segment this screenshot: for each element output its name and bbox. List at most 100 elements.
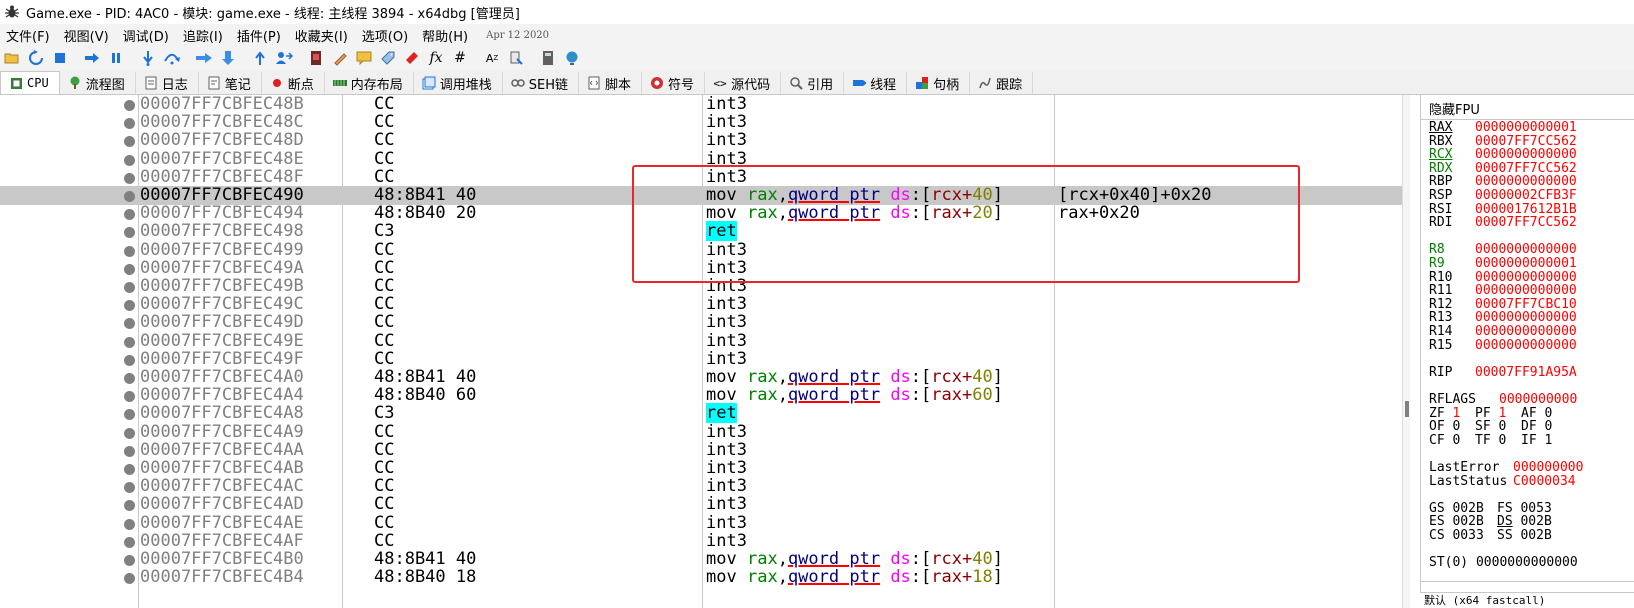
breakpoint-dot-icon[interactable] — [124, 227, 135, 239]
disasm-row[interactable]: 00007FF7CBFEC48B CC int3 — [0, 95, 1410, 114]
bookmark-icon[interactable] — [402, 48, 422, 68]
run-icon[interactable] — [82, 48, 102, 68]
disasm-row[interactable]: 00007FF7CBFEC4AA CC int3 — [0, 440, 1410, 460]
font-icon[interactable]: AZ — [482, 48, 502, 68]
open-icon[interactable] — [2, 48, 22, 68]
register-value[interactable]: 0000000000 — [1499, 392, 1577, 407]
menu-options[interactable]: 选项(O) — [356, 26, 416, 45]
disassembly-view[interactable]: 00007FF7CBFEC48B CC int3 00007FF7CBFEC48C CC… — [0, 95, 1410, 608]
disasm-row[interactable]: 00007FF7CBFEC4AF CC int3 — [0, 531, 1410, 551]
label-icon[interactable] — [378, 48, 398, 68]
disasm-row[interactable]: 00007FF7CBFEC48D CC int3 — [0, 131, 1410, 150]
tab-script[interactable]: 脚本 — [579, 72, 643, 94]
breakpoint-dot-icon[interactable] — [124, 336, 135, 348]
breakpoint-dot-icon[interactable] — [124, 536, 135, 548]
disasm-row[interactable]: 00007FF7CBFEC4AC CC int3 — [0, 477, 1410, 496]
register-row[interactable]: LastStatus C0000034 — [1429, 474, 1576, 489]
run-to-user-code-icon[interactable] — [274, 48, 294, 68]
disasm-row[interactable]: 00007FF7CBFEC4A9 CC int3 — [0, 422, 1410, 442]
fpu-register-row[interactable]: ST(0) 0000000000000 — [1429, 556, 1578, 570]
breakpoint-dot-icon[interactable] — [124, 555, 135, 566]
breakpoint-dot-icon[interactable] — [124, 100, 135, 111]
patch-icon[interactable] — [330, 48, 350, 68]
trace-into-icon[interactable] — [194, 48, 214, 68]
breakpoint-dot-icon[interactable] — [124, 245, 135, 257]
pause-icon[interactable] — [106, 48, 126, 68]
options-icon[interactable] — [506, 48, 526, 68]
step-into-icon[interactable] — [138, 48, 158, 68]
hide-fpu-toggle[interactable]: 隐藏FPU — [1429, 99, 1480, 118]
breakpoint-dot-icon[interactable] — [124, 427, 135, 439]
breakpoint-dot-icon[interactable] — [124, 409, 135, 421]
breakpoint-dot-icon[interactable] — [124, 118, 135, 130]
disasm-row[interactable]: 00007FF7CBFEC4B0 48:8B41 40 mov rax,qword … — [0, 550, 1410, 569]
register-value[interactable]: C0000034 — [1513, 474, 1576, 489]
flag[interactable]: TF 0 — [1475, 433, 1506, 448]
breakpoint-dot-icon[interactable] — [124, 391, 135, 403]
register-row[interactable]: RDI 00007FF7CC562 — [1429, 216, 1577, 230]
breakpoint-dot-icon[interactable] — [124, 464, 135, 475]
register-value[interactable]: 00007FF7CC562 — [1475, 215, 1577, 230]
disasm-row[interactable]: 00007FF7CBFEC490 48:8B41 40 mov rax,qword … — [0, 186, 1410, 205]
breakpoint-dot-icon[interactable] — [124, 191, 135, 202]
breakpoint-dot-icon[interactable] — [124, 373, 135, 384]
registers-panel[interactable]: 隐藏FPU RAX 0000000000001 RBX 00007FF7CC562 RC… — [1420, 95, 1634, 608]
menu-trace[interactable]: 追踪(I) — [177, 26, 231, 45]
flag[interactable]: CF 0 — [1429, 433, 1460, 448]
calculator-icon[interactable] — [538, 48, 558, 68]
tab-cpu[interactable]: CPU — [0, 71, 60, 94]
execute-till-return-icon[interactable] — [250, 48, 270, 68]
tab-seh[interactable]: SEH链 — [503, 72, 580, 94]
flag[interactable]: IF 1 — [1521, 433, 1552, 448]
calling-convention-selector[interactable]: 默认 (x64 fastcall) — [1420, 592, 1634, 608]
disasm-row[interactable]: 00007FF7CBFEC499 CC int3 — [0, 240, 1410, 260]
tab-threads[interactable]: 线程 — [844, 72, 908, 94]
disasm-row[interactable]: 00007FF7CBFEC49C CC int3 — [0, 295, 1410, 314]
disasm-row[interactable]: 00007FF7CBFEC4A0 48:8B41 40 mov rax,qword … — [0, 368, 1410, 387]
tab-breakpoints[interactable]: 断点 — [262, 72, 325, 94]
breakpoint-dot-icon[interactable] — [124, 136, 135, 148]
breakpoint-dot-icon[interactable] — [124, 573, 135, 585]
disasm-row[interactable]: 00007FF7CBFEC4B4 48:8B40 18 mov rax,qword … — [0, 568, 1410, 587]
breakpoint-dot-icon[interactable] — [124, 263, 135, 275]
menu-view[interactable]: 视图(V) — [58, 26, 117, 45]
tab-notes[interactable]: 笔记 — [199, 72, 262, 94]
tab-source[interactable]: <> 源代码 — [705, 72, 782, 94]
disasm-row[interactable]: 00007FF7CBFEC48C CC int3 — [0, 113, 1410, 132]
disasm-row[interactable]: 00007FF7CBFEC49D CC int3 — [0, 313, 1410, 332]
breakpoint-dot-icon[interactable] — [124, 318, 135, 330]
disasm-row[interactable]: 00007FF7CBFEC4A8 C3 ret — [0, 403, 1410, 424]
breakpoint-dot-icon[interactable] — [124, 482, 135, 494]
disasm-row[interactable]: 00007FF7CBFEC4A4 48:8B40 60 mov rax,qword … — [0, 386, 1410, 405]
breakpoint-dot-icon[interactable] — [124, 172, 135, 184]
register-value[interactable]: 00007FF91A95A — [1475, 365, 1577, 380]
segment-register[interactable]: SS 002B — [1497, 529, 1552, 543]
trace-over-icon[interactable] — [218, 48, 238, 68]
register-row[interactable]: R15 0000000000000 — [1429, 338, 1577, 353]
breakpoint-dot-icon[interactable] — [124, 500, 135, 512]
comment-icon[interactable] — [354, 48, 374, 68]
breakpoint-dot-icon[interactable] — [124, 282, 135, 293]
disasm-row[interactable]: 00007FF7CBFEC4AD CC int3 — [0, 495, 1410, 514]
hash-icon[interactable]: # — [450, 48, 470, 68]
register-value[interactable]: 0000000000000 — [1476, 555, 1578, 570]
menu-plugins[interactable]: 插件(P) — [231, 26, 289, 45]
menu-file[interactable]: 文件(F) — [0, 26, 58, 45]
tab-memory-map[interactable]: 内存布局 — [325, 72, 414, 94]
breakpoint-dot-icon[interactable] — [124, 209, 135, 221]
step-over-icon[interactable] — [162, 48, 182, 68]
disasm-row[interactable]: 00007FF7CBFEC4AB CC int3 — [0, 459, 1410, 478]
disasm-row[interactable]: 00007FF7CBFEC48F CC int3 — [0, 167, 1410, 187]
disasm-row[interactable]: 00007FF7CBFEC49F CC int3 — [0, 349, 1410, 369]
tab-trace[interactable]: 跟踪 — [970, 72, 1034, 94]
breakpoint-dot-icon[interactable] — [124, 354, 135, 366]
breakpoint-dot-icon[interactable] — [124, 300, 135, 312]
disasm-row[interactable]: 00007FF7CBFEC498 C3 ret — [0, 221, 1410, 242]
tab-graph[interactable]: 流程图 — [60, 72, 136, 94]
disasm-row[interactable]: 00007FF7CBFEC49A CC int3 — [0, 258, 1410, 278]
segment-register[interactable]: CS 0033 — [1429, 529, 1484, 543]
menu-favourites[interactable]: 收藏夹(I) — [289, 26, 356, 45]
menu-debug[interactable]: 调试(D) — [117, 26, 177, 45]
breakpoint-dot-icon[interactable] — [124, 518, 135, 530]
tab-log[interactable]: 日志 — [136, 72, 199, 94]
